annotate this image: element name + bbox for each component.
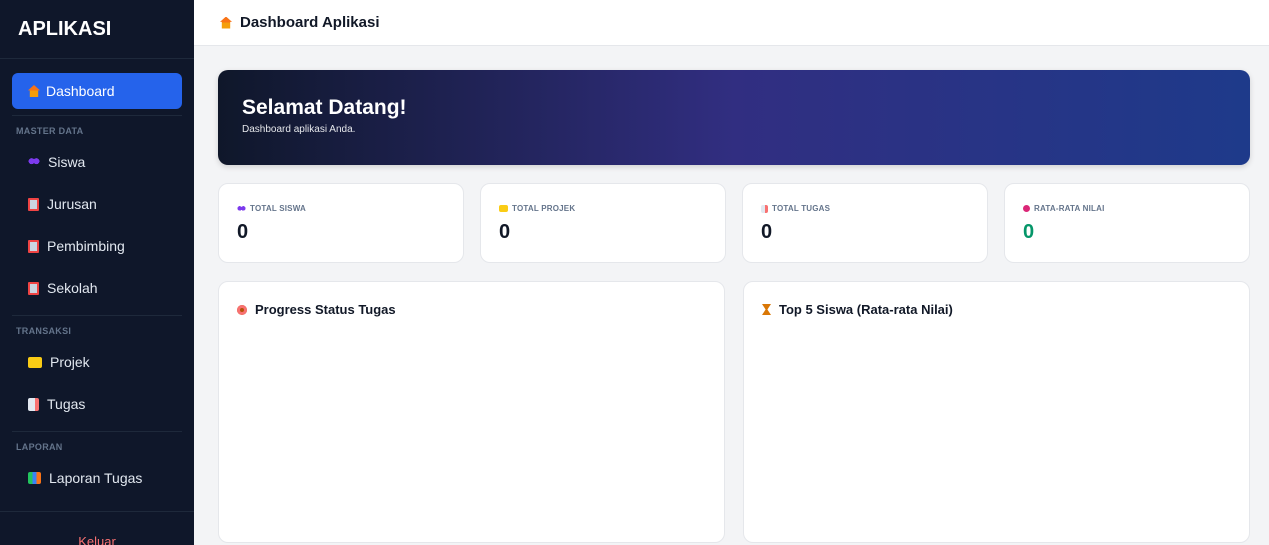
sidebar-item-jurusan[interactable]: Jurusan — [12, 183, 182, 225]
panel-top-5-siswa: Top 5 Siswa (Rata-rata Nilai) — [743, 281, 1250, 543]
logout-link[interactable]: Keluar — [78, 534, 116, 545]
panel-title: Top 5 Siswa (Rata-rata Nilai) — [762, 302, 1231, 317]
stat-label-text: TOTAL SISWA — [250, 204, 306, 213]
stat-value: 0 — [499, 221, 511, 243]
section-transaksi: TRANSAKSI — [12, 315, 182, 341]
document-icon — [28, 397, 39, 411]
sidebar-item-siswa[interactable]: Siswa — [12, 141, 182, 183]
section-master-data: MASTER DATA — [12, 115, 182, 141]
stat-label: RATA-RATA NILAI — [1023, 204, 1231, 213]
stat-value: 0 — [237, 221, 249, 243]
main-area: Dashboard Aplikasi Selamat Datang! Dashb… — [194, 0, 1269, 545]
bar-chart-icon — [28, 472, 41, 484]
home-icon — [220, 16, 232, 29]
sidebar-item-dashboard[interactable]: Dashboard — [12, 73, 182, 109]
sidebar-item-label: Projek — [50, 354, 90, 370]
welcome-banner: Selamat Datang! Dashboard aplikasi Anda. — [218, 70, 1250, 165]
people-icon — [28, 158, 40, 166]
stat-card-total-tugas: TOTAL TUGAS 0 — [742, 183, 988, 263]
hourglass-icon — [762, 304, 771, 315]
home-icon — [28, 85, 40, 97]
sidebar-item-label: Dashboard — [46, 83, 115, 99]
page-title: Dashboard Aplikasi — [240, 14, 380, 31]
clipboard-icon — [28, 239, 39, 253]
logout-area: Keluar — [0, 511, 194, 545]
stats-row: TOTAL SISWA 0 TOTAL PROJEK 0 TOTAL TUGAS… — [218, 183, 1250, 263]
sidebar-item-laporan-tugas[interactable]: Laporan Tugas — [12, 457, 182, 499]
topbar: Dashboard Aplikasi — [194, 0, 1269, 46]
sidebar-nav: Dashboard MASTER DATA Siswa Jurusan Pemb… — [0, 59, 194, 511]
stat-label: TOTAL PROJEK — [499, 204, 707, 213]
target-icon — [1023, 205, 1030, 212]
panel-title-text: Top 5 Siswa (Rata-rata Nilai) — [779, 302, 953, 317]
welcome-title: Selamat Datang! — [242, 96, 407, 119]
stat-card-total-projek: TOTAL PROJEK 0 — [480, 183, 726, 263]
stat-label-text: TOTAL PROJEK — [512, 204, 576, 213]
stat-label: TOTAL SISWA — [237, 204, 445, 213]
stat-value: 0 — [1023, 221, 1035, 243]
document-icon — [761, 204, 768, 213]
stat-label-text: RATA-RATA NILAI — [1034, 204, 1105, 213]
section-laporan: LAPORAN — [12, 431, 182, 457]
sidebar-item-label: Tugas — [47, 396, 86, 412]
stat-card-total-siswa: TOTAL SISWA 0 — [218, 183, 464, 263]
stat-value: 0 — [761, 221, 773, 243]
welcome-subtitle: Dashboard aplikasi Anda. — [242, 124, 356, 135]
sidebar-item-label: Jurusan — [47, 196, 97, 212]
stat-label-text: TOTAL TUGAS — [772, 204, 831, 213]
sidebar-item-label: Sekolah — [47, 280, 98, 296]
clipboard-icon — [28, 197, 39, 211]
panels-row: Progress Status Tugas Top 5 Siswa (Rata-… — [218, 281, 1250, 543]
panel-progress-status-tugas: Progress Status Tugas — [218, 281, 725, 543]
folder-icon — [499, 205, 508, 212]
stat-label: TOTAL TUGAS — [761, 204, 969, 213]
sidebar-item-label: Laporan Tugas — [49, 470, 143, 486]
sidebar-item-label: Siswa — [48, 154, 86, 170]
stat-card-rata-rata-nilai: RATA-RATA NILAI 0 — [1004, 183, 1250, 263]
brand-logo: APLIKASI — [0, 0, 194, 59]
sidebar-item-pembimbing[interactable]: Pembimbing — [12, 225, 182, 267]
panel-title: Progress Status Tugas — [237, 302, 706, 317]
donut-icon — [237, 304, 247, 315]
sidebar-item-sekolah[interactable]: Sekolah — [12, 267, 182, 309]
panel-title-text: Progress Status Tugas — [255, 302, 396, 317]
people-icon — [237, 205, 246, 212]
sidebar: APLIKASI Dashboard MASTER DATA Siswa Jur… — [0, 0, 194, 545]
sidebar-item-projek[interactable]: Projek — [12, 341, 182, 383]
clipboard-icon — [28, 281, 39, 295]
folder-icon — [28, 356, 42, 368]
content: Selamat Datang! Dashboard aplikasi Anda.… — [194, 46, 1269, 543]
sidebar-item-label: Pembimbing — [47, 238, 125, 254]
sidebar-item-tugas[interactable]: Tugas — [12, 383, 182, 425]
